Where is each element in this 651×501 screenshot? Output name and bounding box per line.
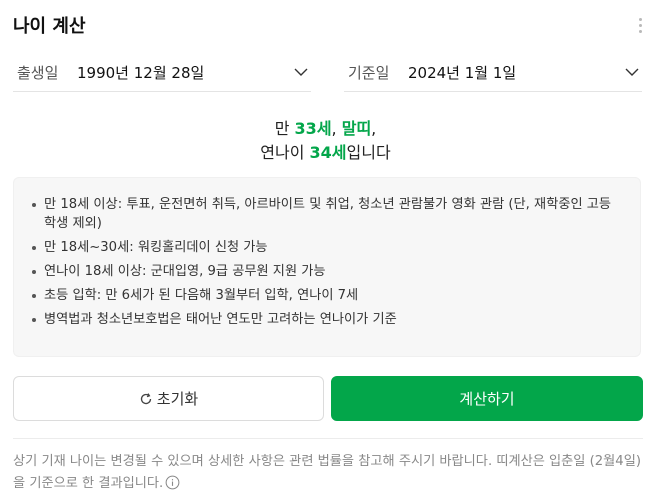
info-item: 연나이 18세 이상: 군대입영, 9급 공무원 지원 가능 [31, 262, 621, 281]
result-separator: , [331, 119, 342, 138]
refresh-icon [140, 392, 151, 404]
info-item: 병역법과 청소년보호법은 태어난 연도만 고려하는 연나이가 기준 [31, 310, 621, 329]
chevron-down-icon [294, 68, 308, 76]
chevron-down-icon [625, 68, 639, 76]
zodiac-sign: 말띠 [341, 119, 372, 138]
info-circle-icon[interactable] [165, 475, 180, 490]
base-date-select[interactable]: 기준일 2024년 1월 1일 [344, 55, 642, 92]
info-item: 초등 입학: 만 6세가 된 다음해 3월부터 입학, 연나이 7세 [31, 286, 621, 305]
info-item: 만 18세~30세: 워킹홀리데이 신청 가능 [31, 238, 621, 257]
birth-date-label: 출생일 [17, 64, 59, 82]
birth-date-select[interactable]: 출생일 1990년 12월 28일 [13, 55, 311, 92]
birth-date-value: 1990년 12월 28일 [77, 64, 205, 82]
result-prefix: 만 [274, 119, 295, 138]
reset-label: 초기화 [156, 390, 199, 408]
divider [13, 438, 643, 439]
notice-body: 상기 기재 나이는 변경될 수 있으며 상세한 사항은 관련 법률을 참고해 주… [13, 454, 641, 491]
result-line-2: 연나이 34세입니다 [0, 139, 651, 163]
info-item: 만 18세 이상: 투표, 운전면허 취득, 아르바이트 및 취업, 청소년 관… [31, 195, 621, 233]
base-date-value: 2024년 1월 1일 [408, 64, 517, 82]
korean-age: 34세 [309, 143, 347, 162]
reset-button[interactable]: 초기화 [13, 376, 324, 421]
page-title: 나이 계산 [13, 16, 86, 37]
more-vertical-icon[interactable] [637, 18, 643, 36]
result-suffix: 입니다 [346, 143, 391, 162]
international-age: 33세 [294, 119, 332, 138]
age-info-box: 만 18세 이상: 투표, 운전면허 취득, 아르바이트 및 취업, 청소년 관… [13, 177, 641, 357]
result-line-1: 만 33세, 말띠, [0, 115, 651, 139]
calculate-button[interactable]: 계산하기 [331, 376, 643, 421]
notice-text: 상기 기재 나이는 변경될 수 있으며 상세한 사항은 관련 법률을 참고해 주… [13, 451, 643, 495]
base-date-label: 기준일 [348, 64, 390, 82]
korean-age-prefix: 연나이 [260, 143, 310, 162]
result-separator: , [371, 119, 377, 138]
